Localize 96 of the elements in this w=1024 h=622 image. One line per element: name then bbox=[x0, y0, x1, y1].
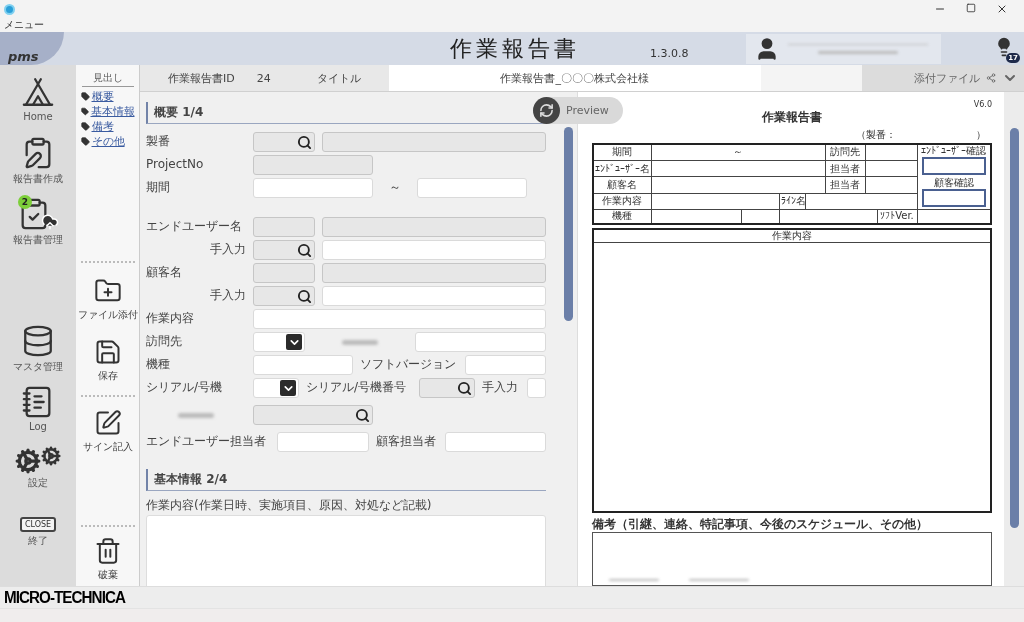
app-icon bbox=[4, 3, 15, 15]
close-sign: CLOSE bbox=[19, 517, 57, 532]
dropdown[interactable] bbox=[253, 332, 305, 352]
table-cell: 作業内容 bbox=[593, 193, 651, 210]
nav-button[interactable]: 報告書作成 bbox=[0, 134, 76, 195]
action-button[interactable]: サイン記入 bbox=[82, 405, 133, 458]
text-field[interactable] bbox=[277, 432, 369, 452]
nav-button[interactable]: Home bbox=[0, 73, 76, 134]
close-icon[interactable] bbox=[996, 3, 1008, 15]
field-label: 手入力 bbox=[482, 381, 519, 395]
text-field[interactable] bbox=[253, 309, 546, 329]
table-cell: 担当者 bbox=[825, 176, 865, 194]
table-heading: 作業内容 bbox=[594, 229, 990, 243]
action-button[interactable]: ファイル添付 bbox=[77, 273, 138, 326]
dropdown[interactable] bbox=[253, 378, 299, 398]
field-label: タイトル bbox=[316, 70, 361, 86]
attachments-button[interactable]: 添付ファイル bbox=[861, 65, 1024, 91]
company-logo: MICRO-TECHNICA bbox=[4, 588, 125, 607]
scrollbar[interactable] bbox=[1004, 92, 1024, 586]
field-label: 手入力 bbox=[209, 243, 246, 257]
table-cell: 担当者 bbox=[825, 160, 865, 177]
outline-link[interactable]: 備考 bbox=[80, 119, 135, 134]
field-label: シリアル/号機 bbox=[146, 381, 224, 395]
document-title: 作業報告書 bbox=[762, 109, 822, 126]
text-field[interactable] bbox=[322, 286, 546, 306]
field-label: 作業内容(作業日時、実施項目、原因、対処など記載) bbox=[146, 499, 433, 513]
text-field[interactable] bbox=[415, 332, 546, 352]
tent-icon bbox=[21, 75, 55, 109]
action-button[interactable]: 破棄 bbox=[93, 533, 122, 586]
field-label: 顧客名 bbox=[146, 266, 183, 280]
table-cell: ｿﾌﾄVer. bbox=[877, 209, 917, 224]
field-label: エンドユーザー名 bbox=[146, 220, 243, 234]
serial-label: ） bbox=[976, 128, 986, 142]
id-value: 24 bbox=[256, 71, 271, 85]
text-field[interactable] bbox=[465, 355, 546, 375]
outline-link[interactable]: その他 bbox=[80, 134, 135, 149]
signature-box[interactable] bbox=[921, 189, 986, 207]
action-button[interactable]: 保存 bbox=[93, 334, 122, 387]
text-field[interactable] bbox=[253, 178, 373, 198]
field-label: 機種 bbox=[146, 358, 171, 372]
field-label: 顧客担当者 bbox=[376, 435, 437, 449]
field-label: 訪問先 bbox=[146, 335, 183, 349]
text-field[interactable] bbox=[322, 240, 546, 260]
outline-link[interactable]: 概要 bbox=[80, 89, 135, 104]
field-label: 期間 bbox=[146, 181, 171, 195]
outline-link[interactable]: 基本情報 bbox=[80, 104, 135, 119]
tag-icon bbox=[80, 92, 90, 101]
signature-box[interactable] bbox=[921, 157, 986, 175]
section-heading: 基本情報 2/4 bbox=[146, 469, 546, 491]
field-label: シリアル/号機番号 bbox=[306, 381, 408, 395]
field-label: 作業内容 bbox=[146, 312, 195, 326]
chevron-icon[interactable] bbox=[280, 380, 296, 396]
table-cell-text: ｴﾝﾄﾞﾕｰｻﾞｰ確認 bbox=[920, 145, 988, 157]
maximize-icon[interactable] bbox=[966, 3, 976, 13]
version-text: 1.3.0.8 bbox=[650, 47, 689, 60]
table-cell: 顧客名 bbox=[593, 176, 651, 194]
title-field[interactable]: 作業報告書_〇〇〇株式会社様 bbox=[388, 65, 761, 91]
tag-icon bbox=[80, 137, 90, 146]
table-cell: 期間 bbox=[593, 144, 651, 161]
field-label: 製番 bbox=[146, 135, 171, 149]
nav-button[interactable]: Log bbox=[0, 383, 76, 444]
count-badge: 2 bbox=[18, 195, 32, 209]
gears-icon bbox=[15, 446, 61, 474]
app-title: 作業報告書 bbox=[450, 34, 580, 63]
chevron-icon[interactable] bbox=[286, 334, 302, 350]
field-label: ProjectNo bbox=[146, 158, 205, 172]
logo: pms bbox=[0, 32, 64, 65]
preview-button[interactable]: Preview bbox=[533, 97, 623, 124]
range-separator: ～ bbox=[388, 181, 402, 195]
share-icon bbox=[986, 73, 996, 83]
tag-icon bbox=[80, 107, 89, 116]
serial-label: （製番： bbox=[856, 128, 896, 142]
field-label: 手入力 bbox=[209, 289, 246, 303]
menu-item[interactable]: メニュー bbox=[4, 20, 44, 30]
text-field[interactable] bbox=[527, 378, 546, 398]
field-label: ソフトバージョン bbox=[360, 358, 457, 372]
table-cell: ﾗｲﾝ名 bbox=[779, 193, 805, 210]
field-label: 作業報告書ID bbox=[168, 70, 235, 86]
text-field[interactable] bbox=[417, 178, 527, 198]
version-text: V6.0 bbox=[973, 100, 992, 109]
nav-button[interactable]: 設定 bbox=[0, 444, 76, 505]
text-field[interactable] bbox=[253, 355, 353, 375]
tag-icon bbox=[80, 122, 90, 131]
table-cell: 訪問先 bbox=[825, 144, 865, 161]
table-cell: ｴﾝﾄﾞﾕｰｻﾞｰ名 bbox=[593, 160, 651, 177]
database-icon bbox=[21, 324, 55, 358]
nav-button[interactable]: CLOSE 終了 bbox=[0, 505, 76, 566]
table-cell: ～ bbox=[651, 144, 825, 161]
nav-button[interactable]: 2 報告書管理 bbox=[0, 195, 76, 256]
nav-button[interactable]: マスタ管理 bbox=[0, 322, 76, 383]
outline-heading: 見出し bbox=[81, 71, 134, 87]
refresh-icon bbox=[539, 103, 554, 118]
text-field[interactable] bbox=[445, 432, 546, 452]
field-label: エンドユーザー担当者 bbox=[146, 435, 267, 449]
table-cell-text: 顧客確認 bbox=[932, 177, 975, 189]
notes-label: 備考（引継、連絡、特記事項、今後のスケジュール、その他） bbox=[592, 516, 929, 532]
